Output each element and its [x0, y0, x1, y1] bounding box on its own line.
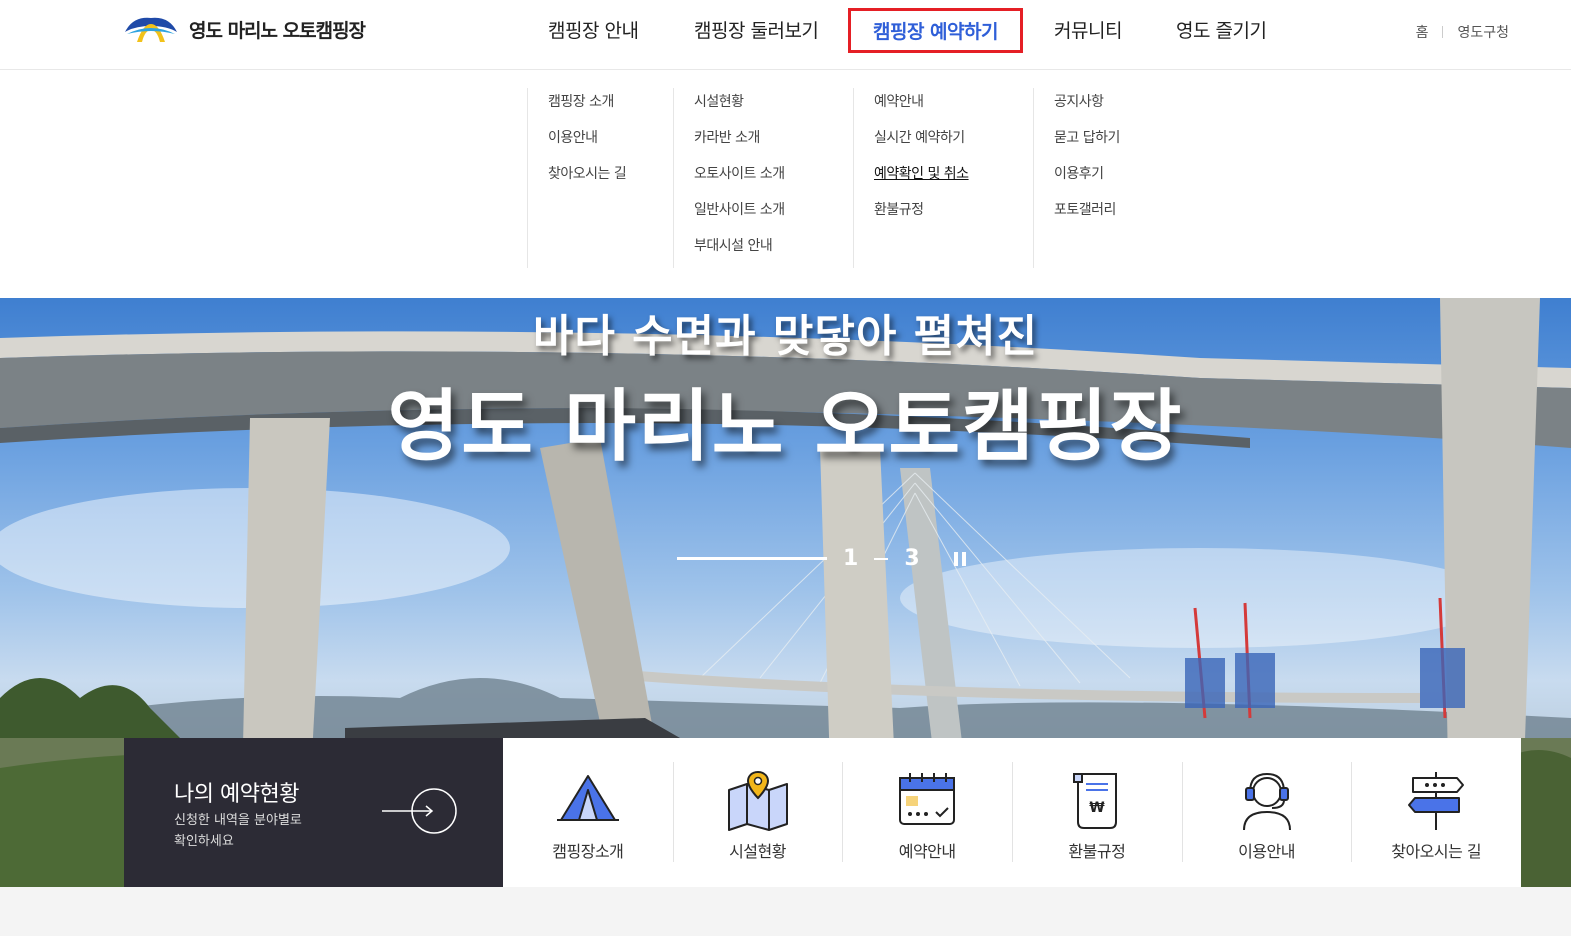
signpost-icon — [1408, 772, 1465, 830]
submenu-community: 공지사항 묻고 답하기 이용후기 포토갤러리 — [1033, 88, 1120, 268]
logo-mark-icon — [125, 17, 177, 42]
submenu-item[interactable]: 캠핑장 소개 — [548, 88, 626, 124]
quick-label: 캠핑장소개 — [552, 842, 624, 861]
quick-facilities[interactable]: 시설현황 — [672, 738, 843, 887]
submenu-camping-tour: 시설현황 카라반 소개 오토사이트 소개 일반사이트 소개 부대시설 안내 — [673, 88, 785, 268]
submenu-item[interactable]: 이용안내 — [548, 124, 626, 160]
quick-label: 환불규정 — [1068, 842, 1126, 861]
tent-icon — [556, 775, 619, 821]
submenu-item[interactable]: 카라반 소개 — [694, 124, 785, 160]
slider-separator — [874, 557, 889, 560]
logo-text: 영도 마리노 오토캠핑장 — [189, 19, 366, 42]
site-header: 영도 마리노 오토캠핑장 캠핑장 안내 캠핑장 둘러보기 캠핑장 예약하기 커뮤… — [0, 0, 1571, 70]
mega-dropdown: 캠핑장 소개 이용안내 찾아오시는 길 시설현황 카라반 소개 오토사이트 소개… — [0, 70, 1571, 298]
submenu-item[interactable]: 포토갤러리 — [1054, 196, 1120, 232]
quick-label: 이용안내 — [1238, 842, 1295, 861]
divider — [1442, 26, 1444, 38]
quick-reservation-guide[interactable]: 예약안내 — [842, 738, 1012, 887]
slider-progress-bar — [677, 557, 827, 560]
submenu-item[interactable]: 찾아오시는 길 — [548, 160, 627, 196]
slider-controls: 1 3 — [677, 546, 966, 571]
calendar-check-icon — [899, 773, 956, 825]
hero-subtitle: 바다 수면과 맞닿아 펼쳐진 — [532, 311, 1039, 362]
home-link[interactable]: 홈 — [1416, 22, 1429, 42]
site-logo[interactable]: 영도 마리노 오토캠핑장 — [123, 14, 366, 44]
quick-label: 찾아오시는 길 — [1391, 842, 1482, 861]
map-pin-icon — [727, 770, 788, 831]
submenu-item[interactable]: 실시간 예약하기 — [874, 124, 969, 160]
slider-progress-fill — [677, 557, 827, 560]
district-office-link[interactable]: 영도구청 — [1457, 22, 1509, 42]
nav-community[interactable]: 커뮤니티 — [1054, 16, 1122, 43]
quick-menu: 캠핑장소개 시설현황 예약안내 ₩ 환불규정 이용안내 찾아오시는 길 — [503, 738, 1521, 887]
submenu-item[interactable]: 시설현황 — [694, 88, 785, 124]
my-reservation-desc: 신청한 내역을 분야별로 확인하세요 — [174, 813, 302, 849]
pause-icon[interactable] — [953, 551, 966, 566]
page-below-area — [0, 887, 1571, 936]
arrow-right-circle-icon — [382, 788, 457, 834]
my-reservation-title: 나의 예약현황 — [174, 782, 299, 807]
submenu-item[interactable]: 이용후기 — [1054, 160, 1120, 196]
nav-camping-info[interactable]: 캠핑장 안내 — [548, 16, 639, 43]
submenu-item[interactable]: 공지사항 — [1054, 88, 1120, 124]
slider-current: 1 — [843, 546, 859, 571]
utility-links: 홈 영도구청 — [1416, 22, 1509, 42]
slider-total: 3 — [904, 546, 920, 571]
submenu-item-current[interactable]: 예약확인 및 취소 — [874, 160, 969, 196]
quick-camping-intro[interactable]: 캠핑장소개 — [503, 738, 673, 887]
hero-title: 영도 마리노 오토캠핑장 — [387, 382, 1184, 472]
submenu-item[interactable]: 예약안내 — [874, 88, 969, 124]
quick-refund-policy[interactable]: ₩ 환불규정 — [1012, 738, 1182, 887]
submenu-camping-info: 캠핑장 소개 이용안내 찾아오시는 길 — [527, 88, 627, 268]
submenu-item[interactable]: 묻고 답하기 — [1054, 124, 1120, 160]
quick-usage-guide[interactable]: 이용안내 — [1181, 738, 1352, 887]
submenu-reservation: 예약안내 실시간 예약하기 예약확인 및 취소 환불규정 — [853, 88, 969, 268]
svg-text:₩: ₩ — [1089, 800, 1105, 816]
nav-camping-tour[interactable]: 캠핑장 둘러보기 — [694, 16, 819, 43]
quick-label: 시설현황 — [729, 842, 786, 861]
submenu-item[interactable]: 일반사이트 소개 — [694, 196, 785, 232]
submenu-item[interactable]: 부대시설 안내 — [694, 232, 785, 268]
page: 영도 마리노 오토캠핑장 캠핑장 안내 캠핑장 둘러보기 캠핑장 예약하기 커뮤… — [0, 0, 1571, 936]
submenu-item[interactable]: 오토사이트 소개 — [694, 160, 785, 196]
submenu-item[interactable]: 환불규정 — [874, 196, 969, 232]
my-reservation-panel[interactable]: 나의 예약현황 신청한 내역을 분야별로 확인하세요 — [124, 738, 503, 887]
receipt-won-icon: ₩ — [1072, 773, 1117, 829]
quick-label: 예약안내 — [898, 842, 956, 861]
quick-directions[interactable]: 찾아오시는 길 — [1351, 738, 1521, 887]
headset-agent-icon — [1242, 772, 1291, 831]
nav-enjoy-yeongdo[interactable]: 영도 즐기기 — [1176, 16, 1267, 43]
nav-camping-reservation[interactable]: 캠핑장 예약하기 — [848, 8, 1023, 53]
